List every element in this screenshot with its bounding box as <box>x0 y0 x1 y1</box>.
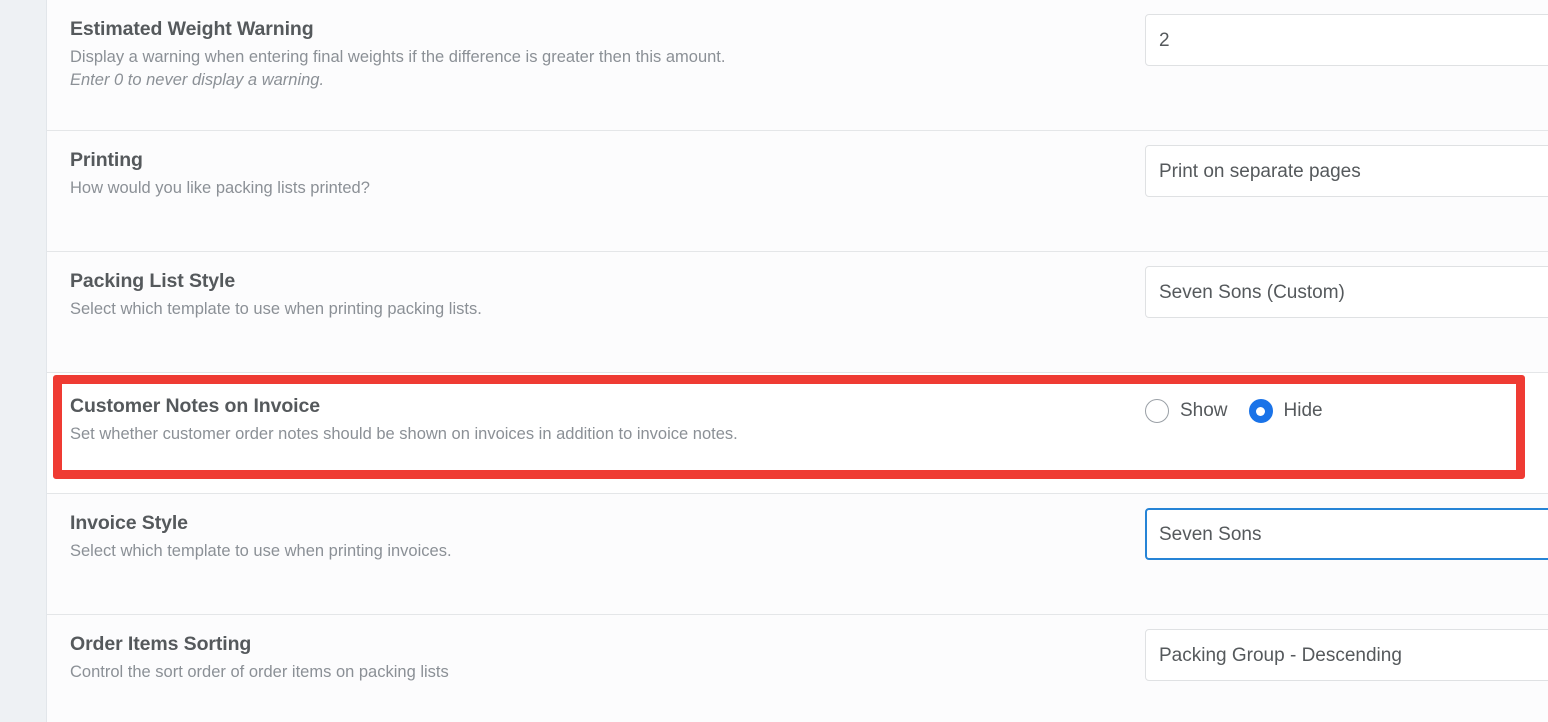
row-title: Printing <box>70 149 143 171</box>
row-left-packing-list-style: Packing List Style Select which template… <box>47 252 1145 321</box>
setting-row-customer-notes-on-invoice: Customer Notes on Invoice Set whether cu… <box>47 373 1548 494</box>
radio-circle-show-icon[interactable] <box>1145 399 1169 423</box>
estimated-weight-warning-input[interactable]: 2 <box>1145 14 1548 66</box>
packing-list-style-value: Seven Sons (Custom) <box>1159 282 1345 302</box>
row-left-invoice-style: Invoice Style Select which template to u… <box>47 494 1145 563</box>
radio-option-hide[interactable]: Hide <box>1248 399 1323 423</box>
radio-option-show[interactable]: Show <box>1145 399 1228 423</box>
row-description: Set whether customer order notes should … <box>70 425 738 443</box>
setting-row-printing: Printing How would you like packing list… <box>47 131 1548 252</box>
row-left-printing: Printing How would you like packing list… <box>47 131 1145 200</box>
row-title: Estimated Weight Warning <box>70 18 314 40</box>
order-items-sorting-value: Packing Group - Descending <box>1159 645 1402 665</box>
setting-row-estimated-weight-warning: Estimated Weight Warning Display a warni… <box>47 0 1548 131</box>
settings-panel: Estimated Weight Warning Display a warni… <box>47 0 1548 722</box>
row-description: Select which template to use when printi… <box>70 300 482 318</box>
row-description: How would you like packing lists printed… <box>70 179 370 197</box>
row-right-customer-notes-on-invoice: Show Hide <box>1145 373 1548 423</box>
packing-list-style-select[interactable]: Seven Sons (Custom) <box>1145 266 1548 318</box>
row-right-invoice-style: Seven Sons <box>1145 494 1548 560</box>
setting-row-invoice-style: Invoice Style Select which template to u… <box>47 494 1548 615</box>
customer-notes-radio-group: Show Hide <box>1145 398 1548 423</box>
row-title: Invoice Style <box>70 512 188 534</box>
row-left-estimated-weight-warning: Estimated Weight Warning Display a warni… <box>47 0 1145 92</box>
radio-label-hide: Hide <box>1283 400 1323 421</box>
row-left-order-items-sorting: Order Items Sorting Control the sort ord… <box>47 615 1145 684</box>
row-description: Control the sort order of order items on… <box>70 663 449 681</box>
setting-row-order-items-sorting: Order Items Sorting Control the sort ord… <box>47 615 1548 722</box>
row-title: Customer Notes on Invoice <box>70 395 320 417</box>
row-description-secondary: Enter 0 to never display a warning. <box>70 71 325 89</box>
invoice-style-value: Seven Sons <box>1159 524 1262 544</box>
invoice-style-select[interactable]: Seven Sons <box>1145 508 1548 560</box>
setting-row-packing-list-style: Packing List Style Select which template… <box>47 252 1548 373</box>
row-right-printing: Print on separate pages <box>1145 131 1548 197</box>
printing-select[interactable]: Print on separate pages <box>1145 145 1548 197</box>
estimated-weight-warning-value: 2 <box>1159 30 1170 50</box>
row-right-order-items-sorting: Packing Group - Descending <box>1145 615 1548 681</box>
row-description: Display a warning when entering final we… <box>70 48 726 66</box>
settings-page: Estimated Weight Warning Display a warni… <box>0 0 1548 722</box>
radio-label-show: Show <box>1180 400 1228 421</box>
row-description: Select which template to use when printi… <box>70 542 452 560</box>
radio-circle-hide-icon[interactable] <box>1248 399 1273 423</box>
row-title: Order Items Sorting <box>70 633 252 655</box>
printing-value: Print on separate pages <box>1159 161 1361 181</box>
left-gutter <box>0 0 47 722</box>
order-items-sorting-select[interactable]: Packing Group - Descending <box>1145 629 1548 681</box>
row-left-customer-notes-on-invoice: Customer Notes on Invoice Set whether cu… <box>47 373 1145 446</box>
row-right-estimated-weight-warning: 2 <box>1145 0 1548 66</box>
row-right-packing-list-style: Seven Sons (Custom) <box>1145 252 1548 318</box>
row-title: Packing List Style <box>70 270 236 292</box>
